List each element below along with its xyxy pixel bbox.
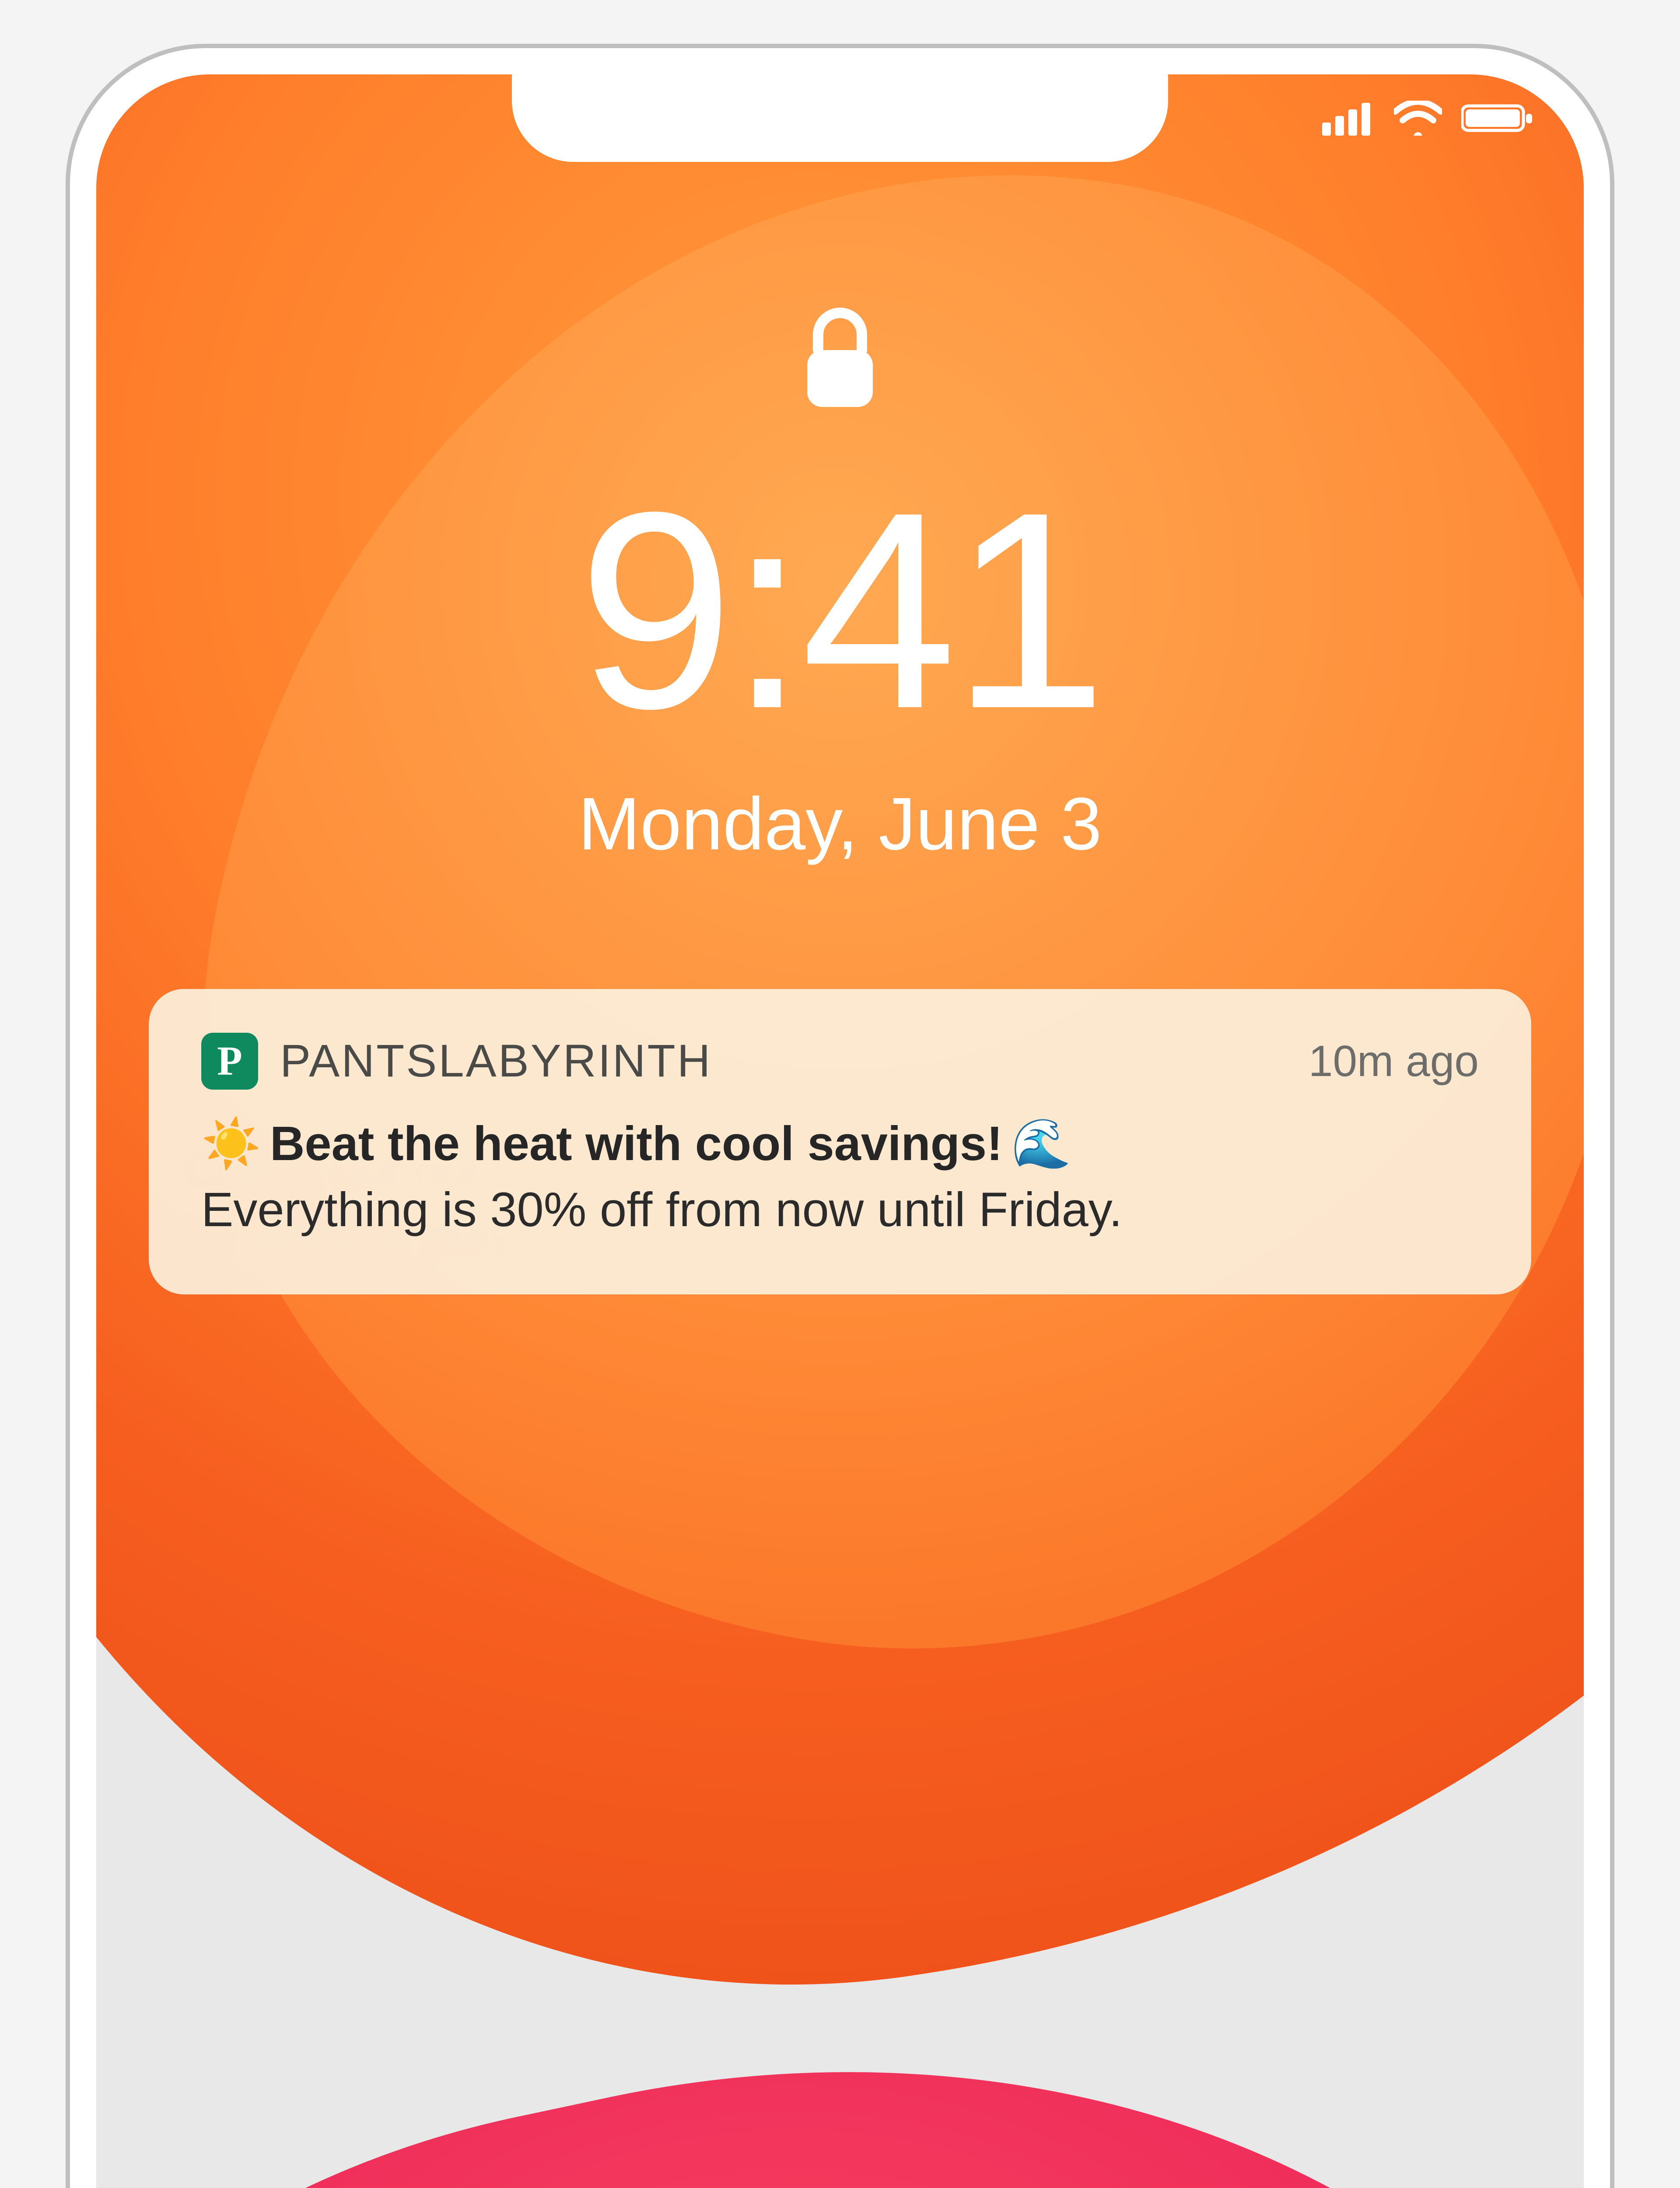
phone-screen: 9:41 Monday, June 3 Check out our for wo…: [96, 74, 1584, 2188]
phone-frame: 9:41 Monday, June 3 Check out our for wo…: [66, 44, 1614, 2188]
lock-icon: [798, 302, 882, 418]
wifi-icon: [1394, 101, 1442, 136]
wave-emoji-icon: 🌊: [1012, 1120, 1071, 1168]
notification-body: Everything is 30% off from now until Fri…: [201, 1182, 1479, 1238]
lockscreen-date: Monday, June 3: [578, 781, 1102, 867]
sun-emoji-icon: ☀️: [201, 1120, 261, 1168]
notification-app-name: PANTSLABYRINTH: [280, 1035, 712, 1087]
device-notch: [512, 74, 1168, 162]
notification-app-icon: P: [201, 1033, 258, 1090]
notification-card[interactable]: P PANTSLABYRINTH 10m ago ☀️ Beat the hea…: [149, 989, 1531, 1294]
cellular-signal-icon: [1322, 101, 1375, 136]
lockscreen-time: 9:41: [578, 470, 1102, 750]
status-bar: [1322, 101, 1536, 136]
notification-timestamp: 10m ago: [1309, 1036, 1479, 1087]
notification-title: Beat the heat with cool savings!: [270, 1116, 1003, 1171]
battery-icon: [1461, 101, 1536, 136]
